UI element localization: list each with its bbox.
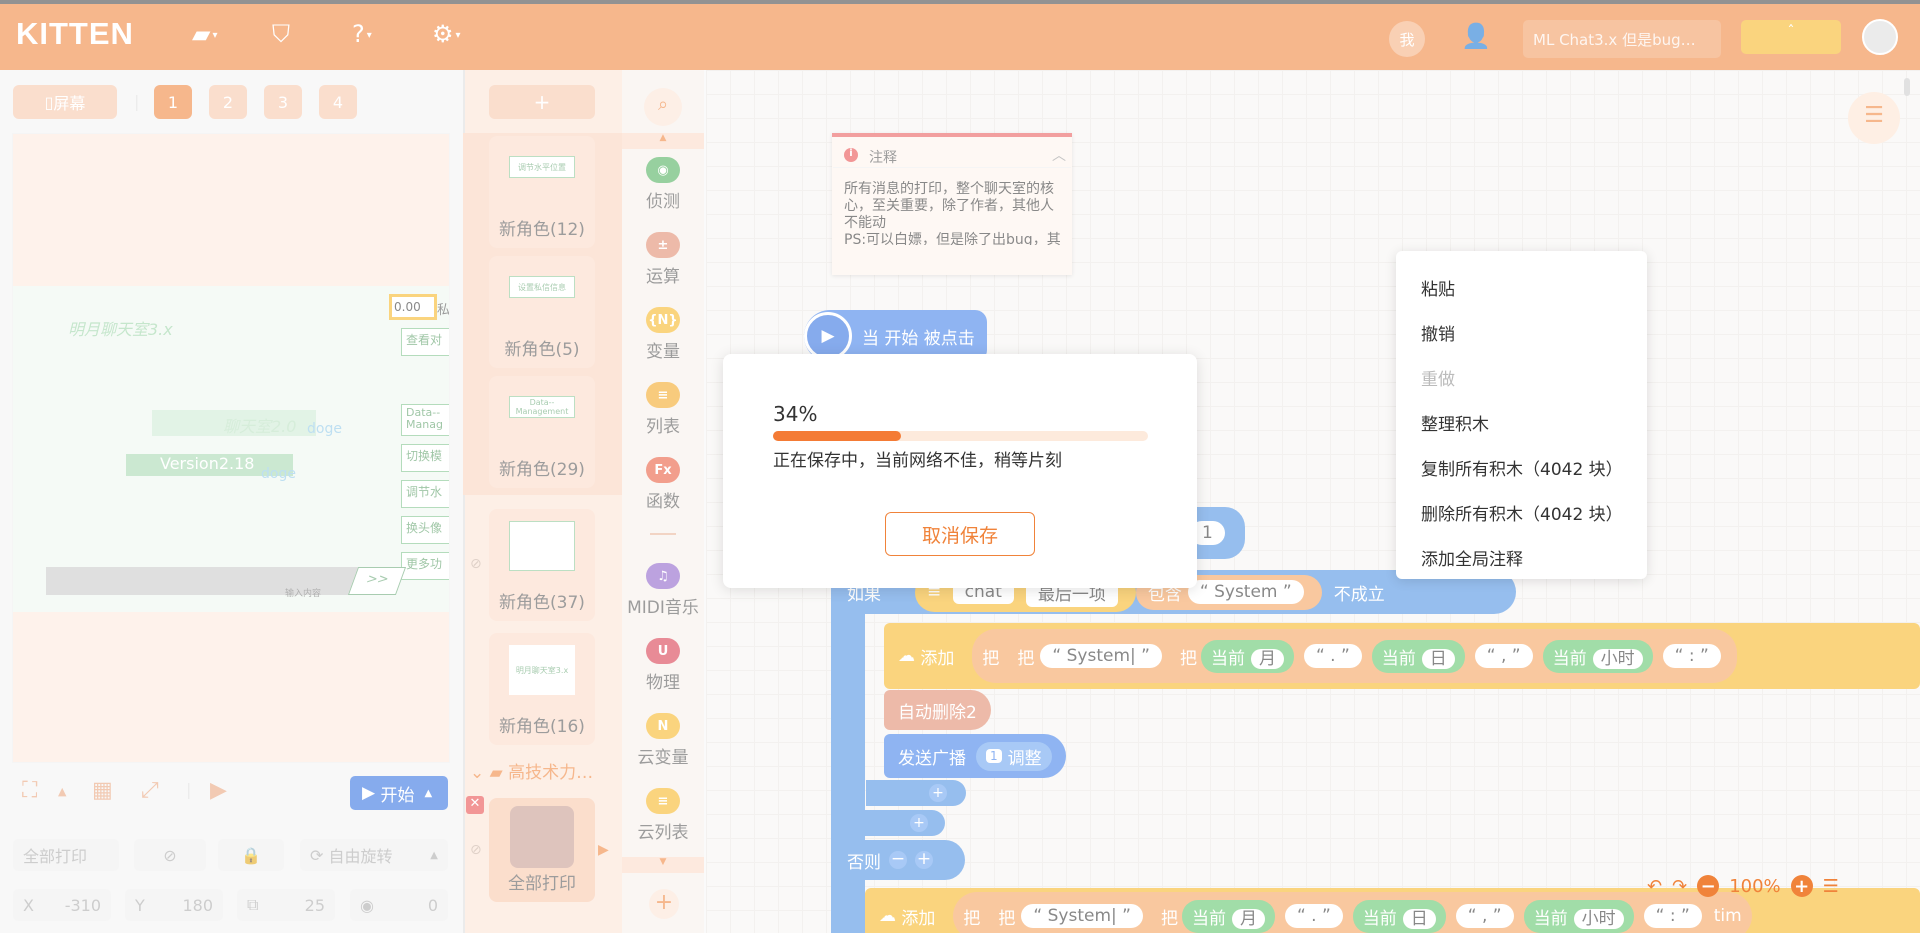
menu-item-clean-up[interactable]: 整理积木 [1396,400,1647,445]
saving-dialog: 34% 正在保存中，当前网络不佳，稍等片刻 取消保存 [723,354,1197,588]
cancel-save-button[interactable]: 取消保存 [885,512,1035,556]
menu-item-delete-all[interactable]: 删除所有积木（4042 块） [1396,490,1647,535]
menu-item-copy-all[interactable]: 复制所有积木（4042 块） [1396,445,1647,490]
zoom-controls: ↶ ↷ − 100% + ☰ [1647,872,1839,900]
progress-fill [773,431,901,441]
zoom-in-button[interactable]: + [1790,875,1813,897]
menu-item-undo[interactable]: 撤销 [1396,310,1647,355]
progress-percent: 34% [773,402,818,426]
menu-item-add-comment[interactable]: 添加全局注释 [1396,535,1647,580]
context-menu: 粘贴 撤销 重做 整理积木 复制所有积木（4042 块） 删除所有积木（4042… [1396,251,1647,579]
menu-item-redo: 重做 [1421,370,1455,390]
arrange-icon[interactable]: ☰ [1823,876,1839,897]
redo-icon[interactable]: ↷ [1672,876,1687,897]
undo-icon[interactable]: ↶ [1647,876,1662,897]
progress-bar [773,431,1148,441]
zoom-level: 100% [1729,875,1781,897]
zoom-out-button[interactable]: − [1697,875,1720,897]
saving-message: 正在保存中，当前网络不佳，稍等片刻 [773,451,1062,471]
menu-item-paste[interactable]: 粘贴 [1396,265,1647,310]
